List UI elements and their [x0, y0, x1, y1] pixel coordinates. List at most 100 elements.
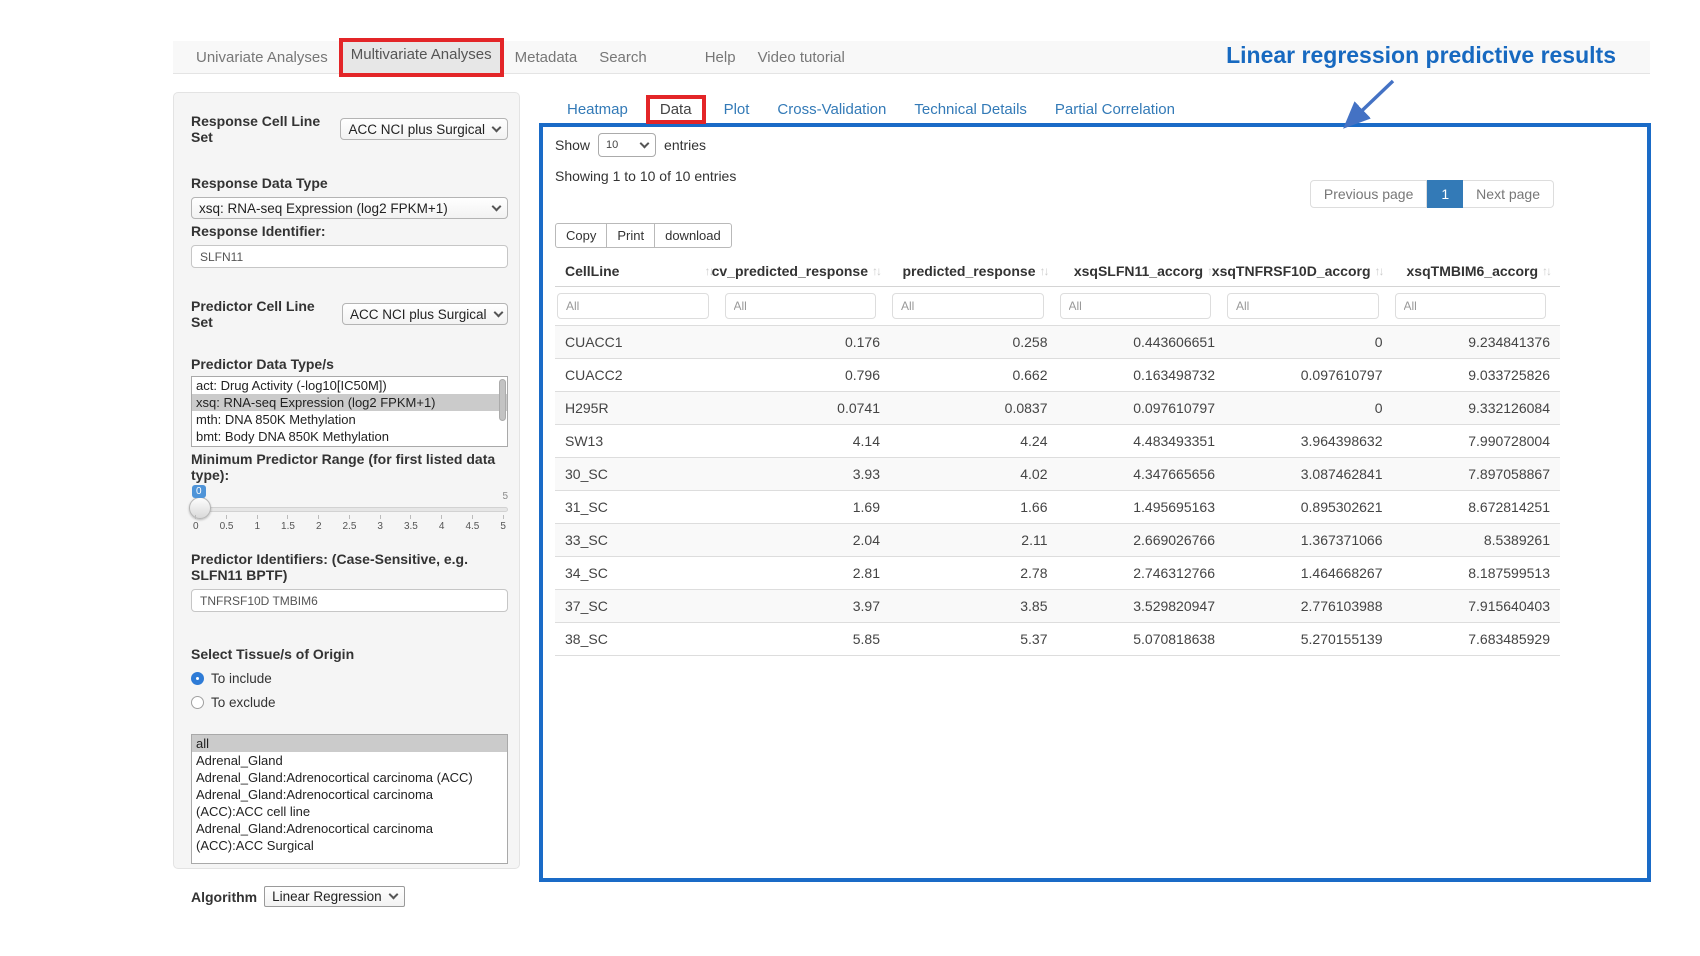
column-header-cv-predicted-response[interactable]: cv_predicted_response↑↓ [723, 256, 891, 287]
tissue-radio-group: To includeTo exclude [191, 671, 508, 710]
slider-tick-1: 1 [254, 515, 260, 532]
tab-partial-correlation[interactable]: Partial Correlation [1041, 99, 1189, 120]
tissue-listbox[interactable]: allAdrenal_GlandAdrenal_Gland:Adrenocort… [191, 734, 508, 864]
tab-cross-validation[interactable]: Cross-Validation [763, 99, 900, 120]
cell-value: 4.02 [890, 458, 1058, 491]
page-length-select[interactable]: 10 [598, 133, 656, 157]
slider-tick-3-5: 3.5 [404, 515, 418, 532]
algorithm-select[interactable]: Linear Regression [264, 886, 405, 907]
filter-cell [1058, 287, 1226, 326]
cell-value: 4.347665656 [1058, 458, 1226, 491]
show-label: Show [555, 137, 590, 153]
cell-value: 2.669026766 [1058, 524, 1226, 557]
radio-to-exclude[interactable] [191, 696, 204, 709]
cell-value: 2.11 [890, 524, 1058, 557]
tissue-option-all[interactable]: all [192, 735, 507, 752]
copy-button[interactable]: Copy [555, 223, 607, 248]
tissue-option-adrenal-gland-adrenocortical-carcinoma-a[interactable]: Adrenal_Gland:Adrenocortical carcinoma (… [192, 769, 507, 786]
nav-item-metadata[interactable]: Metadata [504, 41, 589, 73]
predictor-cell-line-set-value: ACC NCI plus Surgical [350, 307, 487, 322]
tab-plot[interactable]: Plot [710, 99, 764, 120]
radio-label-to-exclude: To exclude [211, 695, 276, 710]
cell-value: 0.796 [723, 359, 891, 392]
predictor-cell-line-set-select[interactable]: ACC NCI plus Surgical [342, 303, 508, 325]
predictor-data-type-option-mth-dna-850k-methylation[interactable]: mth: DNA 850K Methylation [192, 411, 507, 428]
cell-value: 5.85 [723, 623, 891, 656]
filter-input-cellline[interactable] [557, 293, 709, 319]
cell-value: 1.69 [723, 491, 891, 524]
cell-value: 8.187599513 [1393, 557, 1561, 590]
column-header-xsqslfn11-accorg[interactable]: xsqSLFN11_accorg↑↓ [1058, 256, 1226, 287]
predictor-identifiers-input[interactable] [191, 589, 508, 612]
column-header-xsqtnfrsf10d-accorg[interactable]: xsqTNFRSF10D_accorg↑↓ [1225, 256, 1393, 287]
tissue-option-adrenal-gland-adrenocortical-carcinoma-a[interactable]: Adrenal_Gland:Adrenocortical carcinoma (… [192, 786, 507, 820]
predictor-data-type-option-act-drug-activity-log10-ic50m[interactable]: act: Drug Activity (-log10[IC50M]) [192, 377, 507, 394]
slider-value-badge: 0 [192, 485, 206, 498]
predictor-cell-line-set-row: Predictor Cell Line Set ACC NCI plus Sur… [191, 298, 508, 330]
slider-tick-3: 3 [377, 515, 383, 532]
table-row: SW134.144.244.4834933513.9643986327.9907… [555, 425, 1560, 458]
sort-icon[interactable]: ↑↓ [1373, 264, 1383, 278]
response-cell-line-set-row: Response Cell Line Set ACC NCI plus Surg… [191, 113, 508, 145]
response-cell-line-set-label: Response Cell Line Set [191, 113, 333, 145]
cell-value: 0.097610797 [1058, 392, 1226, 425]
filter-input-xsqtmbim6-accorg[interactable] [1395, 293, 1547, 319]
previous-page-button[interactable]: Previous page [1310, 180, 1428, 208]
response-cell-line-set-select[interactable]: ACC NCI plus Surgical [340, 118, 508, 140]
table-row: 31_SC1.691.661.4956951630.8953026218.672… [555, 491, 1560, 524]
table-toolbar: CopyPrintdownload [555, 223, 1647, 248]
response-data-type-label: Response Data Type [191, 175, 508, 191]
cell-value: 7.915640403 [1393, 590, 1561, 623]
slider-track[interactable] [191, 507, 508, 512]
cell-value: 4.483493351 [1058, 425, 1226, 458]
filter-cell [890, 287, 1058, 326]
print-button[interactable]: Print [606, 223, 655, 248]
download-button[interactable]: download [654, 223, 732, 248]
chevron-down-icon [493, 307, 503, 317]
table-row: H295R0.07410.08370.09761079709.332126084 [555, 392, 1560, 425]
radio-to-include[interactable] [191, 672, 204, 685]
table-row: 37_SC3.973.853.5298209472.7761039887.915… [555, 590, 1560, 623]
predictor-data-types-label: Predictor Data Type/s [191, 356, 508, 372]
scrollbar-thumb[interactable] [499, 379, 506, 421]
column-header-label: xsqTMBIM6_accorg [1407, 263, 1538, 279]
column-header-predicted-response[interactable]: predicted_response↑↓ [890, 256, 1058, 287]
filter-cell [1393, 287, 1561, 326]
sort-icon[interactable]: ↑↓ [1038, 264, 1048, 278]
predictor-data-type-option-bmt-body-dna-850k-methylation[interactable]: bmt: Body DNA 850K Methylation [192, 428, 507, 445]
next-page-button[interactable]: Next page [1463, 180, 1554, 208]
page-number-button[interactable]: 1 [1427, 180, 1463, 208]
filter-input-xsqtnfrsf10d-accorg[interactable] [1227, 293, 1379, 319]
sort-icon[interactable]: ↑↓ [1540, 264, 1550, 278]
cell-value: 1.367371066 [1225, 524, 1393, 557]
cell-value: 9.234841376 [1393, 326, 1561, 359]
cell-value: 0.662 [890, 359, 1058, 392]
filter-input-xsqslfn11-accorg[interactable] [1060, 293, 1212, 319]
nav-item-video-tutorial[interactable]: Video tutorial [747, 41, 856, 73]
pagination: Previous page 1 Next page [1310, 180, 1554, 208]
cell-value: 4.24 [890, 425, 1058, 458]
tissue-option-adrenal-gland[interactable]: Adrenal_Gland [192, 752, 507, 769]
tab-data[interactable]: Data [646, 95, 706, 124]
filter-input-predicted-response[interactable] [892, 293, 1044, 319]
tab-technical-details[interactable]: Technical Details [900, 99, 1041, 120]
algorithm-row: Algorithm Linear Regression [191, 886, 508, 907]
response-identifier-input[interactable] [191, 245, 508, 268]
nav-item-univariate-analyses[interactable]: Univariate Analyses [185, 41, 339, 73]
chevron-down-icon [492, 122, 502, 132]
nav-item-search[interactable]: Search [588, 41, 658, 73]
predictor-data-type-option-xsq-rna-seq-expression-log2-fpkm-1[interactable]: xsq: RNA-seq Expression (log2 FPKM+1) [192, 394, 507, 411]
tab-heatmap[interactable]: Heatmap [553, 99, 642, 120]
response-data-type-select[interactable]: xsq: RNA-seq Expression (log2 FPKM+1) [191, 197, 508, 219]
column-header-xsqtmbim6-accorg[interactable]: xsqTMBIM6_accorg↑↓ [1393, 256, 1561, 287]
predictor-cell-line-set-label: Predictor Cell Line Set [191, 298, 335, 330]
tissue-option-adrenal-gland-adrenocortical-carcinoma-a[interactable]: Adrenal_Gland:Adrenocortical carcinoma (… [192, 820, 507, 854]
filter-input-cv-predicted-response[interactable] [725, 293, 877, 319]
column-header-cellline[interactable]: CellLine↑↓ [555, 256, 723, 287]
column-header-label: predicted_response [902, 263, 1035, 279]
predictor-data-types-listbox[interactable]: act: Drug Activity (-log10[IC50M])xsq: R… [191, 376, 508, 447]
nav-item-multivariate-analyses[interactable]: Multivariate Analyses [339, 38, 504, 77]
cell-value: 5.37 [890, 623, 1058, 656]
nav-item-help[interactable]: Help [694, 41, 747, 73]
sort-icon[interactable]: ↑↓ [870, 264, 880, 278]
